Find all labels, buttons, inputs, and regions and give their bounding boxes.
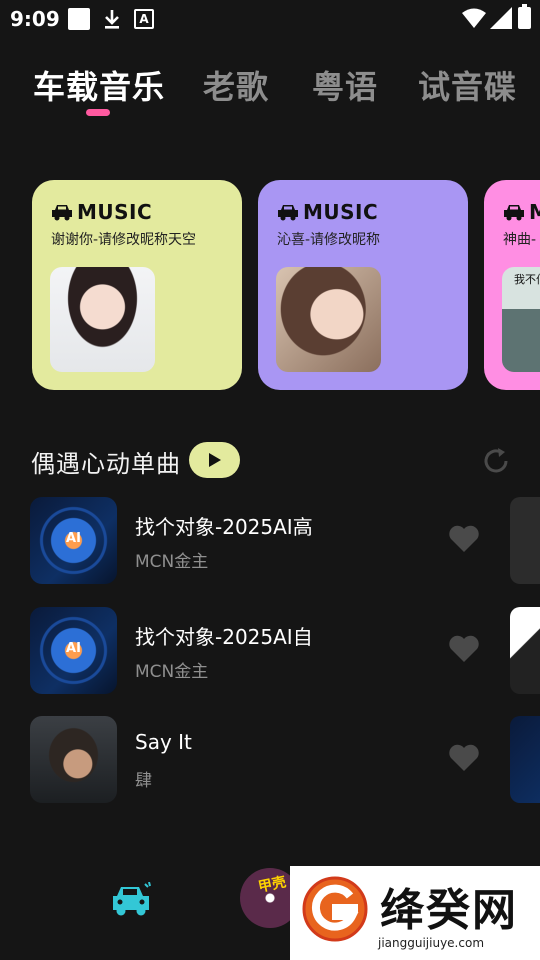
heart-icon[interactable]	[448, 743, 480, 773]
cover-text: AI	[66, 641, 81, 656]
heart-icon[interactable]	[448, 634, 480, 664]
next-item-peek	[510, 607, 540, 694]
text-a-icon: A	[134, 9, 154, 29]
tab-old-songs[interactable]: 老歌	[203, 62, 269, 108]
song-row[interactable]: Say It 肆	[0, 716, 540, 804]
watermark-url: jiangguijiuye.com	[378, 936, 485, 950]
playlist-carousel[interactable]: MUSIC 谢谢你-请修改昵称天空 MUSIC 沁喜-请修改昵称 MUSIC 神…	[0, 180, 540, 390]
card-brand-text: MUSIC	[77, 200, 153, 224]
section-title: 偶遇心动单曲	[31, 450, 181, 478]
song-row[interactable]: AI 找个对象-2025AI高 MCN金主	[0, 497, 540, 585]
refresh-icon[interactable]	[481, 446, 511, 476]
card-brand: MUSIC	[277, 200, 378, 224]
cover-text: 我不伯 只怕	[514, 273, 540, 286]
play-all-button[interactable]	[189, 442, 240, 478]
playlist-card[interactable]: MUSIC 神曲- 我不伯 只怕	[484, 180, 540, 390]
active-tab-indicator	[86, 109, 110, 116]
cover-text: AI	[66, 531, 81, 546]
song-title: 找个对象-2025AI高	[135, 515, 313, 539]
tab-car-music[interactable]: 车载音乐	[33, 62, 165, 108]
watermark-logo-icon	[302, 876, 368, 942]
next-item-peek	[510, 497, 540, 584]
signal-icon	[490, 7, 512, 29]
watermark: 绛癸网 jiangguijiuye.com	[290, 866, 540, 960]
watermark-name: 绛癸网	[380, 885, 518, 936]
song-title: Say It	[135, 730, 192, 754]
playlist-cover-image	[276, 267, 381, 372]
battery-icon	[518, 4, 531, 29]
song-cover-image	[30, 716, 117, 803]
tab-cantonese[interactable]: 粤语	[312, 62, 378, 108]
song-artist: 肆	[135, 771, 152, 791]
download-icon	[105, 10, 119, 29]
playlist-card[interactable]: MUSIC 沁喜-请修改昵称	[258, 180, 468, 390]
card-subtitle: 神曲-	[503, 232, 537, 248]
card-subtitle: 谢谢你-请修改昵称天空	[51, 232, 197, 248]
car-icon	[504, 205, 524, 221]
song-row[interactable]: AI 找个对象-2025AI自 MCN金主	[0, 607, 540, 695]
song-artist: MCN金主	[135, 552, 209, 572]
car-icon	[278, 205, 298, 221]
card-brand-text: MUSIC	[303, 200, 379, 224]
car-icon	[52, 205, 72, 221]
song-cover-image: AI	[30, 607, 117, 694]
status-time: 9:09	[10, 7, 60, 31]
wifi-icon	[462, 8, 486, 28]
card-subtitle: 沁喜-请修改昵称	[277, 232, 381, 248]
notification-square-icon	[68, 8, 90, 30]
song-cover-image: AI	[30, 497, 117, 584]
card-brand: MUSIC	[51, 200, 152, 224]
song-artist: MCN金主	[135, 662, 209, 682]
card-brand-text: MUSIC	[529, 200, 540, 224]
playlist-cover-image: 我不伯 只怕	[502, 267, 540, 372]
next-item-peek	[510, 716, 540, 803]
car-icon[interactable]	[110, 882, 152, 918]
category-tabs: 车载音乐 老歌 粤语 试音碟	[0, 62, 540, 122]
status-bar: 9:09 A	[0, 0, 540, 38]
card-brand: MUSIC	[503, 200, 540, 224]
song-title: 找个对象-2025AI自	[135, 625, 313, 649]
playlist-cover-image	[50, 267, 155, 372]
heart-icon[interactable]	[448, 524, 480, 554]
playlist-card[interactable]: MUSIC 谢谢你-请修改昵称天空	[32, 180, 242, 390]
disc-text: 甲壳	[256, 874, 288, 896]
tab-test-disc[interactable]: 试音碟	[418, 62, 517, 108]
